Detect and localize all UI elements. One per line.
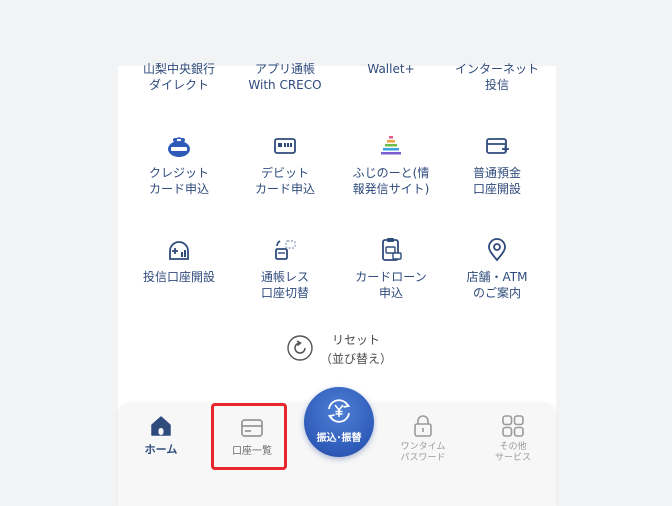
passbookless-switch-icon	[275, 240, 296, 260]
reset-label: リセット	[331, 333, 380, 347]
menu-item-label: 店舗・ATM のご案内	[466, 270, 528, 300]
tab-label: その他 サービス	[494, 442, 531, 463]
lock-icon	[414, 415, 432, 437]
reset-sort-button[interactable]: リセット （並び替え）	[286, 328, 416, 368]
menu-item-store-atm[interactable]: 店舗・ATM のご案内	[442, 236, 552, 301]
menu-item-label: 普通預金 口座開設	[472, 166, 521, 196]
tab-label: ワンタイム パスワード	[400, 442, 446, 463]
menu-item-label: 投信口座開設	[142, 270, 215, 284]
trust-account-icon	[169, 241, 189, 260]
menu-item-credit-card[interactable]: クレジット カード申込	[124, 132, 234, 197]
menu-item-label: アプリ通帳 With CRECO	[248, 62, 322, 92]
highlight-box	[211, 403, 287, 470]
menu-item-label: Wallet+	[367, 62, 415, 76]
menu-item-label: カードローン 申込	[355, 270, 427, 300]
menu-item-fujinote[interactable]: ふじのーと(情 報発信サイト)	[336, 132, 446, 197]
tab-home[interactable]: ホーム	[138, 414, 184, 455]
reset-sublabel: （並び替え）	[319, 352, 392, 366]
menu-item-label: インターネット 投信	[454, 62, 539, 92]
debit-card-icon	[274, 138, 296, 154]
card-plus-icon	[486, 138, 509, 154]
menu-item-trust-account[interactable]: 投信口座開設	[124, 236, 234, 286]
menu-item-label: ふじのーと(情 報発信サイト)	[352, 166, 430, 196]
fujinote-rainbow-icon	[381, 136, 401, 155]
menu-item-internet-trust[interactable]: インターネット 投信	[442, 62, 552, 93]
reset-icon	[287, 335, 313, 361]
menu-item-wallet[interactable]: Wallet+	[336, 62, 446, 78]
menu-item-savings-account[interactable]: 普通預金 口座開設	[442, 132, 552, 197]
credit-card-mascot-icon	[168, 137, 190, 157]
card-loan-icon	[382, 238, 402, 261]
menu-item-label: クレジット カード申込	[148, 166, 209, 196]
tab-other-services[interactable]: その他 サービス	[478, 414, 548, 464]
home-icon	[151, 416, 171, 436]
menu-item-label: デビット カード申込	[254, 166, 315, 196]
menu-item-passbookless[interactable]: 通帳レス 口座切替	[230, 236, 340, 301]
transfer-label: 振込･振替	[316, 433, 362, 444]
menu-item-card-loan[interactable]: カードローン 申込	[336, 236, 446, 301]
menu-item-debit-card[interactable]: デビット カード申込	[230, 132, 340, 197]
grid-icon	[502, 415, 524, 437]
yen-transfer-icon	[327, 399, 351, 423]
tab-label: ホーム	[144, 443, 178, 456]
menu-item-label: 通帳レス 口座切替	[260, 270, 309, 300]
location-pin-icon	[488, 238, 506, 262]
tab-one-time-password[interactable]: ワンタイム パスワード	[388, 414, 458, 464]
menu-item-yamanashi-direct[interactable]: 山梨中央銀行 ダイレクト	[124, 62, 234, 93]
menu-item-creco[interactable]: アプリ通帳 With CRECO	[230, 62, 340, 93]
menu-item-label: 山梨中央銀行 ダイレクト	[142, 62, 215, 92]
transfer-button[interactable]: 振込･振替	[304, 387, 374, 457]
